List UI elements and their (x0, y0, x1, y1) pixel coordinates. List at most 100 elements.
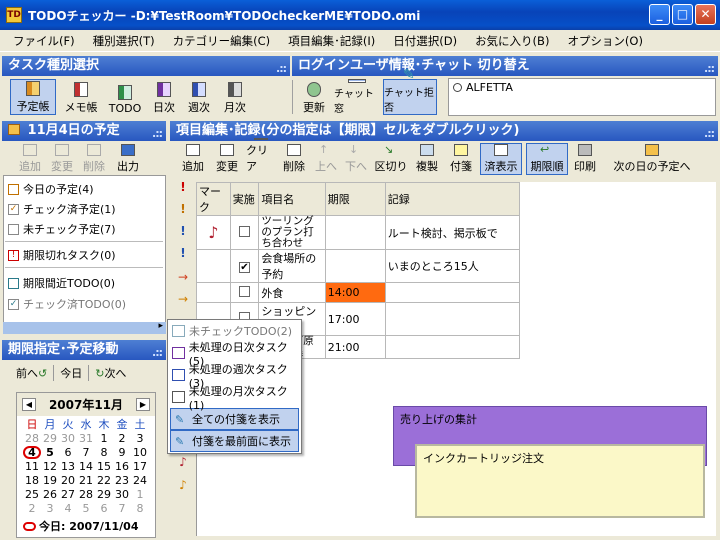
calendar-day[interactable]: 5 (77, 502, 95, 515)
clear-button[interactable]: クリア (246, 138, 276, 174)
column-header-done[interactable]: 実施 (229, 182, 260, 216)
due-cell[interactable] (324, 249, 386, 283)
popup-item-stickies-front[interactable]: ✎ 付箋を最前面に表示 (170, 430, 299, 452)
calendar-day[interactable]: 8 (131, 502, 149, 515)
task-type-memo-button[interactable]: メモ帳 (60, 79, 102, 115)
menu-item-edit[interactable]: 項目編集･記録(I) (279, 33, 384, 49)
calendar-day[interactable]: 18 (23, 474, 41, 487)
sticky-note-ink[interactable]: インクカートリッジ注文 (415, 444, 705, 518)
today-button[interactable]: 今日 (53, 365, 82, 381)
calendar-day[interactable]: 30 (59, 432, 77, 445)
calendar-day[interactable]: 4 (59, 502, 77, 515)
menu-date[interactable]: 日付選択(D) (384, 33, 466, 49)
left-output-button[interactable]: 出力 (114, 144, 142, 174)
column-header-mark[interactable]: マーク (196, 182, 231, 216)
calendar-day[interactable]: 11 (23, 460, 41, 473)
chat-reject-button[interactable]: ✎ チャット拒否 (383, 68, 437, 115)
music-note-icon[interactable]: ♪ (172, 455, 194, 475)
due-cell[interactable]: 17:00 (324, 302, 386, 336)
calendar-day[interactable]: 16 (113, 460, 131, 473)
task-type-todo-button[interactable]: TODO (106, 79, 144, 115)
checkbox[interactable]: ✔ (239, 261, 250, 273)
alert-icon[interactable]: ! (172, 202, 194, 222)
split-button[interactable]: ↘ 区切り (374, 143, 408, 174)
copy-button[interactable]: 複製 (412, 144, 442, 174)
task-type-schedule-button[interactable]: 予定帳 (10, 79, 56, 115)
checkbox[interactable] (239, 225, 250, 237)
calendar-day[interactable]: 29 (41, 432, 59, 445)
calendar-day[interactable]: 23 (113, 474, 131, 487)
calendar-day[interactable]: 24 (131, 474, 149, 487)
record-cell[interactable] (384, 335, 521, 359)
show-done-button[interactable]: 済表示 (480, 143, 522, 175)
close-button[interactable]: ✕ (695, 4, 716, 25)
task-type-monthly-button[interactable]: 月次 (220, 79, 250, 115)
left-add-button[interactable]: 追加 (16, 144, 44, 174)
calendar-day[interactable]: 3 (131, 432, 149, 445)
calendar-day[interactable]: 1 (95, 432, 113, 445)
print-button[interactable]: 印刷 (570, 144, 600, 174)
record-cell[interactable] (384, 282, 521, 303)
calendar-day[interactable]: 28 (23, 432, 41, 445)
calendar-day[interactable]: 10 (131, 446, 149, 459)
popup-item-monthly[interactable]: 未処理の月次タスク(1) (168, 385, 301, 412)
calendar-day[interactable]: 8 (95, 446, 113, 459)
calendar-day[interactable]: 1 (131, 488, 149, 501)
left-edit-button[interactable]: 変更 (48, 144, 76, 174)
user-list[interactable]: ALFETTA (448, 78, 716, 116)
grip-icon[interactable]: .:: (152, 124, 163, 144)
grip-icon[interactable]: .:: (704, 124, 715, 144)
calendar-day[interactable]: 6 (59, 446, 77, 459)
due-cell[interactable]: 14:00 (324, 282, 386, 303)
calendar-day[interactable]: 7 (113, 502, 131, 515)
calendar-day[interactable]: 21 (77, 474, 95, 487)
edit-button[interactable]: 変更 (212, 144, 242, 174)
name-cell[interactable]: 外食 (258, 282, 326, 303)
table-row[interactable]: 外食 14:00 (196, 282, 521, 303)
calendar-day[interactable]: 17 (131, 460, 149, 473)
calendar-day[interactable]: 9 (113, 446, 131, 459)
info-icon[interactable]: ! (172, 224, 194, 244)
next-day-button[interactable]: 次の日の予定へ (606, 144, 698, 174)
menu-type[interactable]: 種別選択(T) (84, 33, 164, 49)
list-item-overdue[interactable]: ! 期限切れタスク(0) (8, 247, 116, 263)
calendar-day[interactable]: 29 (95, 488, 113, 501)
calendar-day[interactable]: 5 (41, 446, 59, 459)
done-cell[interactable] (229, 215, 260, 250)
mark-cell[interactable] (196, 249, 231, 283)
menu-category[interactable]: カテゴリー編集(C) (164, 33, 280, 49)
alert-icon[interactable]: ! (172, 180, 194, 200)
left-delete-button[interactable]: 削除 (80, 144, 108, 174)
menu-favorites[interactable]: お気に入り(B) (466, 33, 558, 49)
next-month-button[interactable]: ▶ (135, 398, 150, 411)
calendar-day[interactable]: 26 (41, 488, 59, 501)
list-item-checked[interactable]: ✓ チェック済予定(1) (8, 201, 116, 217)
task-type-weekly-button[interactable]: 週次 (184, 79, 214, 115)
minimize-button[interactable]: _ (649, 4, 670, 25)
grip-icon[interactable]: .:: (152, 343, 163, 363)
due-cell[interactable] (324, 215, 386, 250)
grip-icon[interactable]: .:: (704, 59, 715, 79)
user-row[interactable]: ALFETTA (449, 79, 715, 96)
list-item-unchecked[interactable]: 未チェック予定(7) (8, 221, 116, 237)
move-up-button[interactable]: ↑ 上へ (312, 143, 340, 174)
next-button[interactable]: ↻次へ (88, 365, 126, 381)
record-cell[interactable]: いまのところ15人 (384, 249, 521, 283)
name-cell[interactable]: 会食場所の予約 (258, 249, 326, 283)
calendar-day[interactable]: 25 (23, 488, 41, 501)
calendar-day[interactable]: 22 (95, 474, 113, 487)
arrow-right-icon[interactable]: → (172, 270, 194, 290)
refresh-button[interactable]: 更新 (298, 79, 330, 115)
list-item-due-soon[interactable]: 期限間近TODO(0) (8, 275, 115, 291)
due-cell[interactable]: 21:00 (324, 335, 386, 359)
calendar-day[interactable]: 2 (23, 502, 41, 515)
column-header-record[interactable]: 記録 (384, 182, 521, 216)
add-button[interactable]: 追加 (178, 144, 208, 174)
menu-file[interactable]: ファイル(F) (4, 33, 84, 49)
calendar-day[interactable]: 30 (113, 488, 131, 501)
arrow-right-icon[interactable]: → (172, 292, 194, 312)
menu-options[interactable]: オプション(O) (558, 33, 652, 49)
calendar-day[interactable]: 31 (77, 432, 95, 445)
done-cell[interactable] (229, 282, 260, 303)
calendar-today[interactable]: 今日: 2007/11/04 (17, 517, 155, 537)
